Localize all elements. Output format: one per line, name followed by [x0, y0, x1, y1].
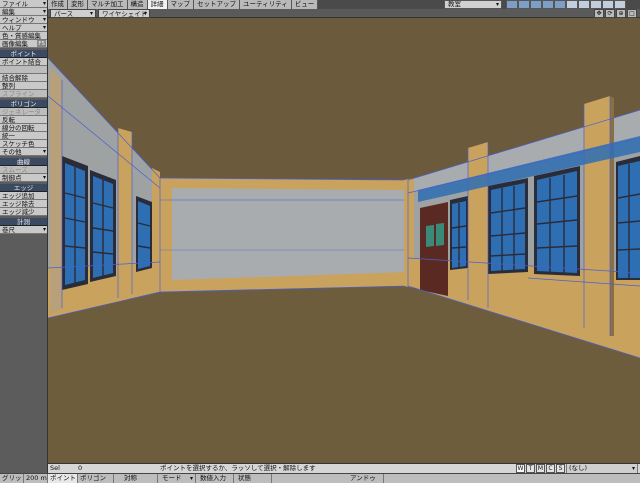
tool-spin-quads[interactable]: 線分の回転: [0, 124, 47, 132]
tool-add-edge[interactable]: エッジ追加: [0, 192, 47, 200]
object-select[interactable]: 教室: [444, 0, 502, 9]
layer-button[interactable]: [542, 0, 554, 9]
tab-utilities[interactable]: ユーティリティ: [240, 0, 292, 9]
info-bar: Sel 0 ポイントを選択するか、ラッソして選択・解除します W T M C S…: [48, 463, 640, 474]
state-button[interactable]: 状態: [236, 474, 272, 483]
tab-detail[interactable]: 詳細: [147, 0, 168, 9]
menu-image-editor-label: 画像編集: [2, 40, 28, 48]
layer-button[interactable]: [506, 0, 518, 9]
point-mode-button[interactable]: ポイント G: [48, 474, 78, 483]
tab-map[interactable]: マップ: [167, 0, 194, 9]
tool-remove-edge[interactable]: エッジ除去: [0, 200, 47, 208]
tab-modify[interactable]: 変形: [68, 0, 88, 9]
move-view-icon[interactable]: ✥: [594, 9, 604, 18]
tool-align[interactable]: 整列: [0, 82, 47, 90]
viewport-header: パース ワイヤシェイド ✥ ⟳ ⊕ □: [48, 9, 640, 18]
rotate-view-icon[interactable]: ⟳: [605, 9, 615, 18]
layer-button[interactable]: [518, 0, 530, 9]
section-measure: 計測: [0, 218, 47, 226]
tool-blank: [0, 66, 47, 74]
tool-flip[interactable]: 反転: [0, 116, 47, 124]
tool-sketch-color[interactable]: スケッチ色: [0, 140, 47, 148]
polygon-mode-button[interactable]: ポリゴン: [78, 474, 114, 483]
layer-button[interactable]: [614, 0, 626, 9]
menu-help[interactable]: ヘルプ: [0, 24, 47, 32]
menu-edit[interactable]: 編集: [0, 8, 47, 16]
layer-buttons: [506, 0, 626, 9]
render-mode-select[interactable]: ワイヤシェイド: [98, 9, 150, 18]
grid-value: 200 mm: [26, 474, 48, 483]
layer-button[interactable]: [578, 0, 590, 9]
status-bar: グリッド 200 mm ポイント G ポリゴン 対称 モード 数値入力 状態 ア…: [0, 473, 640, 483]
tool-smooth[interactable]: スムーズ: [0, 166, 47, 174]
wtmcs-w[interactable]: W: [516, 464, 525, 473]
layer-button[interactable]: [590, 0, 602, 9]
tool-merge-points[interactable]: ポイント結合: [0, 58, 47, 66]
menu-image-editor-shortcut: F5: [37, 40, 46, 47]
menu-window[interactable]: ウィンドウ: [0, 16, 47, 24]
tab-create[interactable]: 作成: [48, 0, 68, 9]
wtmcs-m[interactable]: M: [536, 464, 545, 473]
section-curve: 曲線: [0, 158, 47, 166]
tab-setup[interactable]: セットアップ: [194, 0, 240, 9]
menu-image-editor[interactable]: 画像編集 F5: [0, 40, 47, 48]
tool-spline[interactable]: スプライン: [0, 90, 47, 98]
tool-generator[interactable]: ジェネレータ: [0, 108, 47, 116]
undo-button[interactable]: アンドゥ: [348, 474, 384, 483]
classroom-scene: [48, 18, 640, 463]
tool-control-points[interactable]: 制御点: [0, 174, 47, 182]
tool-unify[interactable]: 統一: [0, 132, 47, 140]
perspective-viewport[interactable]: [48, 18, 640, 463]
view-type-select[interactable]: パース: [50, 9, 96, 18]
layer-button[interactable]: [566, 0, 578, 9]
door: [420, 202, 448, 296]
tool-sidebar: ファイル 編集 ウィンドウ ヘルプ 色・質感編集 画像編集 F5 ポイント ポイン…: [0, 0, 48, 483]
menu-file[interactable]: ファイル: [0, 0, 47, 8]
wtmcs-s[interactable]: S: [556, 464, 565, 473]
layer-button[interactable]: [602, 0, 614, 9]
tool-reduce-edge[interactable]: エッジ減少: [0, 208, 47, 216]
numeric-button[interactable]: 数値入力: [198, 474, 234, 483]
tab-multiply[interactable]: マルチ加工: [88, 0, 128, 9]
tool-measure[interactable]: 巻尺: [0, 226, 47, 234]
maximize-view-icon[interactable]: □: [627, 9, 637, 18]
wtmcs-t[interactable]: T: [526, 464, 535, 473]
zoom-view-icon[interactable]: ⊕: [616, 9, 626, 18]
tab-view[interactable]: ビュー: [291, 0, 319, 9]
modeler-window: ファイル 編集 ウィンドウ ヘルプ 色・質感編集 画像編集 F5 ポイント ポイン…: [0, 0, 640, 483]
back-wall-panel: [172, 188, 406, 280]
layer-button[interactable]: [554, 0, 566, 9]
section-point: ポイント: [0, 50, 47, 58]
grid-label: グリッド: [0, 474, 24, 483]
menu-surface-editor[interactable]: 色・質感編集: [0, 32, 47, 40]
section-polygon: ポリゴン: [0, 100, 47, 108]
point-mode-label: ポイント: [50, 474, 76, 482]
wtmcs-c[interactable]: C: [546, 464, 555, 473]
symmetry-button[interactable]: 対称: [122, 474, 158, 483]
mode-select[interactable]: モード: [160, 474, 196, 483]
section-edge: エッジ: [0, 184, 47, 192]
layer-button[interactable]: [530, 0, 542, 9]
tool-unweld[interactable]: 結合解除: [0, 74, 47, 82]
tab-construct[interactable]: 構造: [127, 0, 148, 9]
tool-polygon-more[interactable]: その他: [0, 148, 47, 156]
